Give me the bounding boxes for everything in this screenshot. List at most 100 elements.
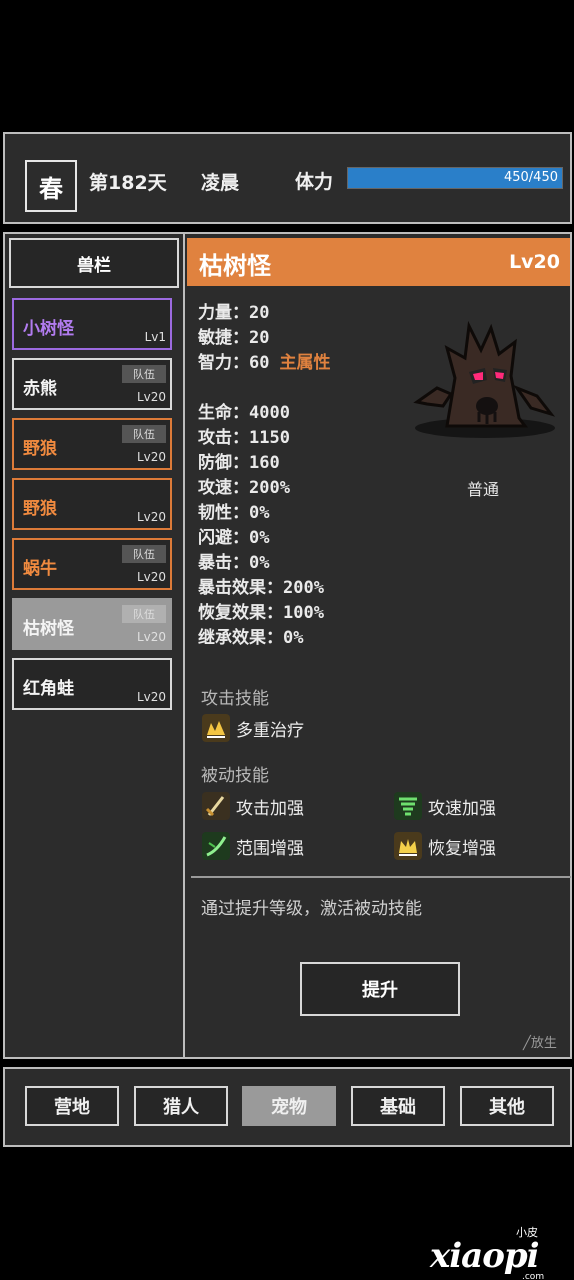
nav-tab[interactable]: 基础 (351, 1086, 445, 1126)
pet-name: 枯树怪 (23, 619, 74, 639)
main-attribute-tag: 主属性 (279, 353, 331, 373)
stamina-label: 体力 (295, 171, 334, 193)
stat-row: 恢复效果：100% (198, 598, 324, 623)
nav-tab[interactable]: 营地 (25, 1086, 119, 1126)
stat-label: 攻速 (198, 478, 232, 498)
pet-list-item[interactable]: 野狼 队伍 Lv20 (12, 418, 172, 470)
stat-row: 敏捷：20 (198, 323, 269, 348)
passive-skill[interactable]: 范围增强 (202, 832, 304, 860)
watermark: 小皮 xiaopi .com (430, 1218, 570, 1280)
stat-colon: ： (266, 603, 283, 623)
nav-tab[interactable]: 其他 (460, 1086, 554, 1126)
pet-level: Lv20 (136, 510, 166, 524)
watermark-logo: xiaopi (430, 1236, 540, 1276)
team-badge: 队伍 (122, 605, 166, 623)
nav-tab[interactable]: 宠物 (242, 1086, 336, 1126)
status-bar: 春 第182天 凌晨 体力 450/450 (3, 132, 572, 224)
stat-label: 防御 (198, 453, 232, 473)
stat-colon: ： (232, 353, 249, 373)
crown-icon (394, 832, 422, 860)
stat-label: 力量 (198, 303, 232, 323)
stat-row: 闪避：0% (198, 523, 269, 548)
stat-label: 智力 (198, 353, 232, 373)
stat-colon: ： (232, 478, 249, 498)
time-of-day: 凌晨 (201, 172, 240, 194)
stat-colon: ： (266, 578, 283, 598)
pet-name: 野狼 (23, 499, 57, 519)
attack-skill[interactable]: 多重治疗 (202, 714, 304, 742)
stat-label: 敏捷 (198, 328, 232, 348)
attack-skill-name: 多重治疗 (236, 720, 304, 741)
upgrade-button[interactable]: 提升 (300, 962, 460, 1016)
pet-name: 赤熊 (23, 379, 57, 399)
stat-colon: ： (232, 328, 249, 348)
stat-row: 攻速：200% (198, 473, 290, 498)
team-badge: 队伍 (122, 365, 166, 383)
stamina-value: 450/450 (503, 170, 558, 185)
stat-label: 闪避 (198, 528, 232, 548)
pet-level: Lv1 (144, 330, 166, 344)
stat-colon: ： (232, 503, 249, 523)
passive-skill-title: 被动技能 (201, 766, 269, 786)
stat-row: 生命：4000 (198, 398, 290, 423)
pet-list-item[interactable]: 枯树怪 队伍 Lv20 (12, 598, 172, 650)
stat-value: 0% (249, 503, 270, 523)
pet-level: Lv20 (136, 690, 166, 704)
pet-name: 野狼 (23, 439, 57, 459)
bottom-nav: 营地 猎人 宠物 基础 其他 (3, 1067, 572, 1147)
day-counter: 第182天 (89, 172, 167, 194)
stat-label: 恢复效果 (198, 603, 266, 623)
upgrade-hint: 通过提升等级，激活被动技能 (201, 899, 422, 919)
attack-skill-title: 攻击技能 (201, 689, 269, 709)
slash-icon (202, 832, 230, 860)
pet-name: 小树怪 (23, 319, 74, 339)
stat-value: 4000 (249, 403, 290, 423)
withered-tree-monster-image (413, 320, 556, 438)
pet-level: Lv20 (136, 450, 166, 464)
stat-colon: ： (232, 453, 249, 473)
stat-value: 0% (283, 628, 304, 648)
pet-name: 蜗牛 (23, 559, 57, 579)
stat-colon: ： (232, 528, 249, 548)
nav-tab[interactable]: 猎人 (134, 1086, 228, 1126)
stat-label: 继承效果 (198, 628, 266, 648)
rarity-label: 普通 (467, 480, 500, 499)
pet-level: Lv20 (136, 570, 166, 584)
team-badge: 队伍 (122, 545, 166, 563)
pet-name: 红角蛙 (23, 679, 74, 699)
section-divider (191, 876, 571, 878)
stat-value: 100% (283, 603, 324, 623)
pet-list-item[interactable]: 野狼 Lv20 (12, 478, 172, 530)
pet-list-item[interactable]: 小树怪 Lv1 (12, 298, 172, 350)
passive-skill[interactable]: 攻击加强 (202, 792, 304, 820)
pen-header: 兽栏 (9, 238, 179, 288)
pet-list-item[interactable]: 赤熊 队伍 Lv20 (12, 358, 172, 410)
pet-level: Lv20 (136, 630, 166, 644)
stat-value: 200% (249, 478, 290, 498)
release-button[interactable]: ╱放生 (523, 1032, 557, 1051)
sword-icon (202, 792, 230, 820)
stat-colon: ： (232, 303, 249, 323)
panel-divider (183, 234, 185, 1057)
pet-list-item[interactable]: 红角蛙 Lv20 (12, 658, 172, 710)
stat-colon: ： (232, 553, 249, 573)
watermark-domain: .com (522, 1272, 545, 1280)
pet-detail-name: 枯树怪 (199, 252, 271, 280)
main-panel: 兽栏 小树怪 Lv1 赤熊 队伍 Lv20 野狼 队伍 Lv20 野狼 Lv20 蜗牛 队伍 Lv20 枯… (3, 232, 572, 1059)
whirlwind-icon (394, 792, 422, 820)
stamina-bar: 450/450 (347, 167, 563, 189)
passive-skill-name: 攻速加强 (428, 798, 496, 819)
stat-label: 生命 (198, 403, 232, 423)
passive-skill[interactable]: 恢复增强 (394, 832, 496, 860)
stat-label: 韧性 (198, 503, 232, 523)
stat-value: 0% (249, 553, 270, 573)
stat-colon: ： (232, 428, 249, 448)
stat-value: 0% (249, 528, 270, 548)
stat-row: 继承效果：0% (198, 623, 303, 648)
pet-list-item[interactable]: 蜗牛 队伍 Lv20 (12, 538, 172, 590)
pet-detail-level: Lv20 (509, 251, 560, 273)
stat-row: 韧性：0% (198, 498, 269, 523)
passive-skill[interactable]: 攻速加强 (394, 792, 496, 820)
stat-label: 暴击 (198, 553, 232, 573)
stat-row: 暴击：0% (198, 548, 269, 573)
